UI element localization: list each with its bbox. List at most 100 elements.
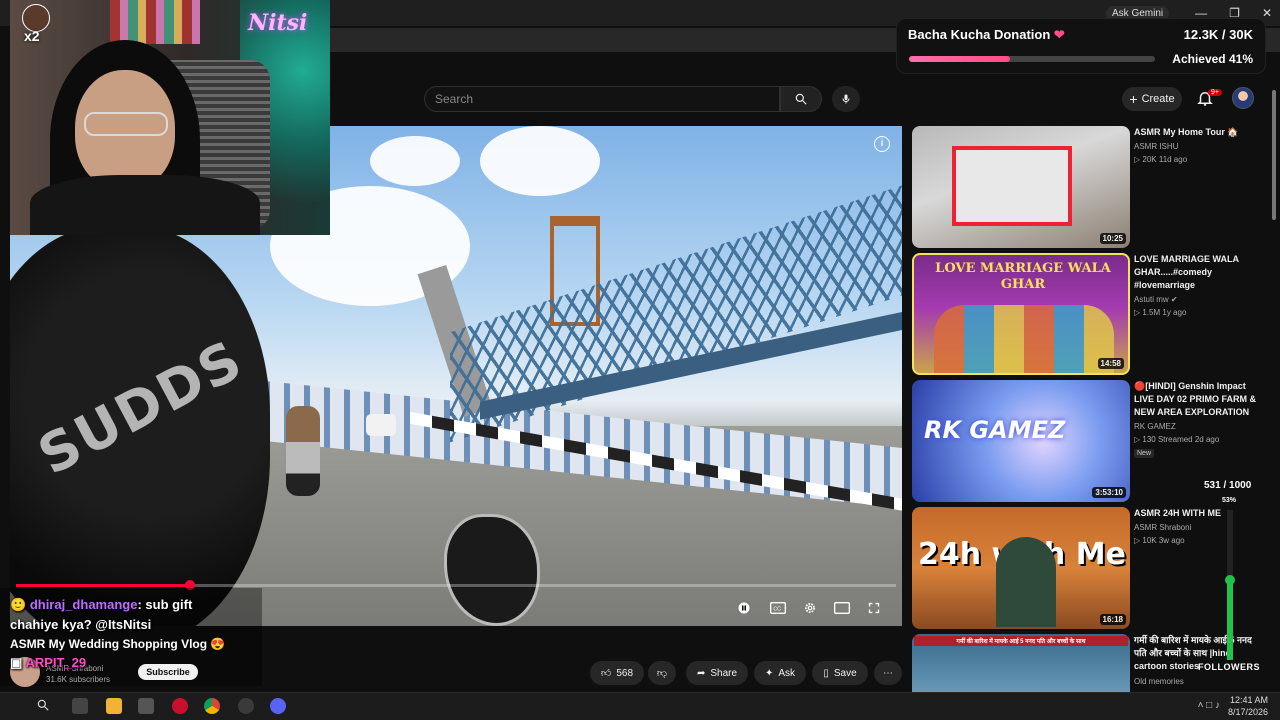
app-icon[interactable] bbox=[138, 698, 154, 714]
app-icon[interactable] bbox=[238, 698, 254, 714]
recommended-video[interactable]: 24h with Me 16:18 ASMR 24H WITH ME ASMR … bbox=[912, 507, 1252, 629]
car bbox=[366, 414, 396, 436]
settings-button[interactable] bbox=[800, 598, 820, 618]
theater-icon bbox=[834, 602, 850, 614]
microphone-icon bbox=[842, 94, 850, 104]
plus-icon: + bbox=[1129, 91, 1138, 107]
donation-title-text: Bacha Kucha Donation bbox=[908, 27, 1051, 42]
chat-username: dhiraj_dhamange bbox=[29, 597, 138, 612]
video-thumbnail[interactable]: गर्मी की बारिश में मायके आई 5 ननद पति और… bbox=[912, 634, 1130, 692]
gear-icon bbox=[805, 603, 815, 613]
new-badge: New bbox=[1134, 449, 1155, 458]
channel-name[interactable]: ASMR Shraboni bbox=[1134, 523, 1191, 532]
video-title: ASMR My Wedding Shopping Vlog 😍 bbox=[10, 637, 226, 651]
channel-name[interactable]: Old memories bbox=[1134, 677, 1184, 686]
streamer-shirt bbox=[30, 175, 260, 235]
donation-progress-fill bbox=[909, 56, 1010, 62]
video-thumbnail[interactable]: LOVE MARRIAGE WALA GHAR 14:58 bbox=[912, 253, 1130, 375]
video-meta: ▷ 20K 11d ago bbox=[1134, 155, 1188, 164]
nitsi-logo: Nitsi bbox=[248, 10, 308, 36]
video-title[interactable]: ASMR My Home Tour 🏠 bbox=[1134, 126, 1260, 139]
video-title[interactable]: ASMR 24H WITH ME bbox=[1134, 507, 1260, 520]
channel-name[interactable]: RK GAMEZ bbox=[1134, 422, 1176, 431]
thumbs-down-icon: 👎︎ bbox=[656, 668, 668, 679]
fullscreen-icon bbox=[868, 602, 880, 614]
save-button[interactable]: ▯ Save bbox=[812, 661, 868, 685]
video-duration: 10:25 bbox=[1099, 233, 1126, 244]
theater-mode-button[interactable] bbox=[832, 598, 852, 618]
obs-icon[interactable] bbox=[172, 698, 188, 714]
voice-search-button[interactable] bbox=[832, 86, 860, 112]
subscribe-button[interactable]: Subscribe bbox=[138, 664, 198, 680]
page-scrollbar[interactable] bbox=[1272, 90, 1276, 220]
chrome-icon[interactable] bbox=[204, 698, 220, 714]
video-duration: 3:53:10 bbox=[1092, 487, 1126, 498]
captions-icon: CC bbox=[770, 602, 786, 614]
family-photo bbox=[934, 305, 1114, 373]
ask-label: Ask bbox=[778, 667, 796, 679]
like-button[interactable]: 👍︎ 568 bbox=[590, 661, 644, 685]
video-title[interactable]: LOVE MARRIAGE WALA GHAR.....#comedy #lov… bbox=[1134, 253, 1260, 292]
recommended-video[interactable]: 10:25 ASMR My Home Tour 🏠 ASMR ISHU ▷ 20… bbox=[912, 126, 1252, 248]
video-thumbnail[interactable]: 10:25 bbox=[912, 126, 1130, 248]
close-window-button[interactable]: ✕ bbox=[1262, 6, 1272, 20]
subscriber-count: 31.6K subscribers bbox=[46, 675, 111, 684]
share-label: Share bbox=[710, 667, 738, 679]
recommended-video[interactable]: RK GAMEZ 3:53:10 🔴[HINDI] Genshin Impact… bbox=[912, 380, 1256, 502]
house-photo bbox=[952, 146, 1072, 226]
cloud bbox=[480, 126, 600, 196]
bookmark-icon: ▯ bbox=[823, 667, 829, 679]
video-thumbnail[interactable]: 24h with Me 16:18 bbox=[912, 507, 1130, 629]
captions-button[interactable]: CC bbox=[768, 598, 788, 618]
chat-message: ▣ ARPIT_29 bbox=[10, 655, 86, 671]
discord-icon[interactable] bbox=[270, 698, 286, 714]
scooter-rider bbox=[286, 406, 320, 496]
share-button[interactable]: ➦ Share bbox=[686, 661, 748, 685]
more-icon: ⋯ bbox=[883, 667, 893, 679]
create-button[interactable]: + Create bbox=[1122, 87, 1182, 111]
chat-badge-icon: ▣ bbox=[10, 655, 23, 670]
ask-button[interactable]: ✦ Ask bbox=[754, 661, 806, 685]
webcam-overlay: x2 Nitsi bbox=[10, 0, 330, 235]
sparkle-icon: ✦ bbox=[764, 667, 774, 679]
fullscreen-button[interactable] bbox=[864, 598, 884, 618]
clock-time[interactable]: 12:41 AM bbox=[1230, 695, 1268, 705]
donation-amount: 12.3K / 30K bbox=[1183, 27, 1253, 42]
more-actions-button[interactable]: ⋯ bbox=[874, 661, 902, 685]
share-icon: ➦ bbox=[696, 667, 706, 679]
channel-name[interactable]: ASMR ISHU bbox=[1134, 142, 1178, 151]
create-label: Create bbox=[1141, 93, 1175, 105]
clock-date[interactable]: 8/17/2026 bbox=[1228, 707, 1268, 717]
account-avatar[interactable] bbox=[1232, 87, 1254, 109]
recommended-video[interactable]: LOVE MARRIAGE WALA GHAR 14:58 LOVE MARRI… bbox=[912, 253, 1252, 375]
pause-icon bbox=[738, 602, 750, 614]
chat-message: 🙂 dhiraj_dhamange: sub gift bbox=[10, 597, 192, 613]
task-view-icon[interactable] bbox=[72, 698, 88, 714]
donation-achieved: Achieved 41% bbox=[1172, 52, 1253, 66]
heart-icon: ❤ bbox=[1053, 27, 1065, 42]
search-input[interactable]: Search bbox=[424, 86, 780, 112]
cloud bbox=[370, 136, 460, 186]
channel-name[interactable]: Astuti mw ✔ bbox=[1134, 295, 1178, 304]
info-icon[interactable]: i bbox=[874, 136, 890, 152]
follower-goal-count: 531 / 1000 bbox=[1204, 480, 1252, 491]
save-label: Save bbox=[833, 667, 857, 679]
taskbar-search-icon[interactable] bbox=[36, 698, 52, 714]
video-progress-fill bbox=[16, 584, 190, 587]
donation-title: Bacha Kucha Donation ❤ bbox=[908, 27, 1065, 43]
search-button[interactable] bbox=[780, 86, 822, 112]
person-photo bbox=[996, 537, 1056, 627]
multiplier-badge: x2 bbox=[24, 28, 40, 44]
video-thumbnail[interactable]: RK GAMEZ 3:53:10 bbox=[912, 380, 1130, 502]
system-tray[interactable]: ˄ □ ♪ bbox=[1198, 700, 1220, 711]
pause-button[interactable] bbox=[734, 598, 754, 618]
search-icon bbox=[795, 93, 807, 105]
dislike-button[interactable]: 👎︎ bbox=[648, 661, 676, 685]
glasses bbox=[84, 112, 168, 136]
chat-username: ARPIT_29 bbox=[25, 655, 87, 670]
like-count: 568 bbox=[616, 667, 634, 679]
video-title[interactable]: 🔴[HINDI] Genshin Impact LIVE DAY 02 PRIM… bbox=[1134, 380, 1260, 419]
svg-text:CC: CC bbox=[773, 607, 781, 613]
file-explorer-icon[interactable] bbox=[106, 698, 122, 714]
donation-goal-widget: Bacha Kucha Donation ❤ 12.3K / 30K Achie… bbox=[896, 18, 1266, 74]
